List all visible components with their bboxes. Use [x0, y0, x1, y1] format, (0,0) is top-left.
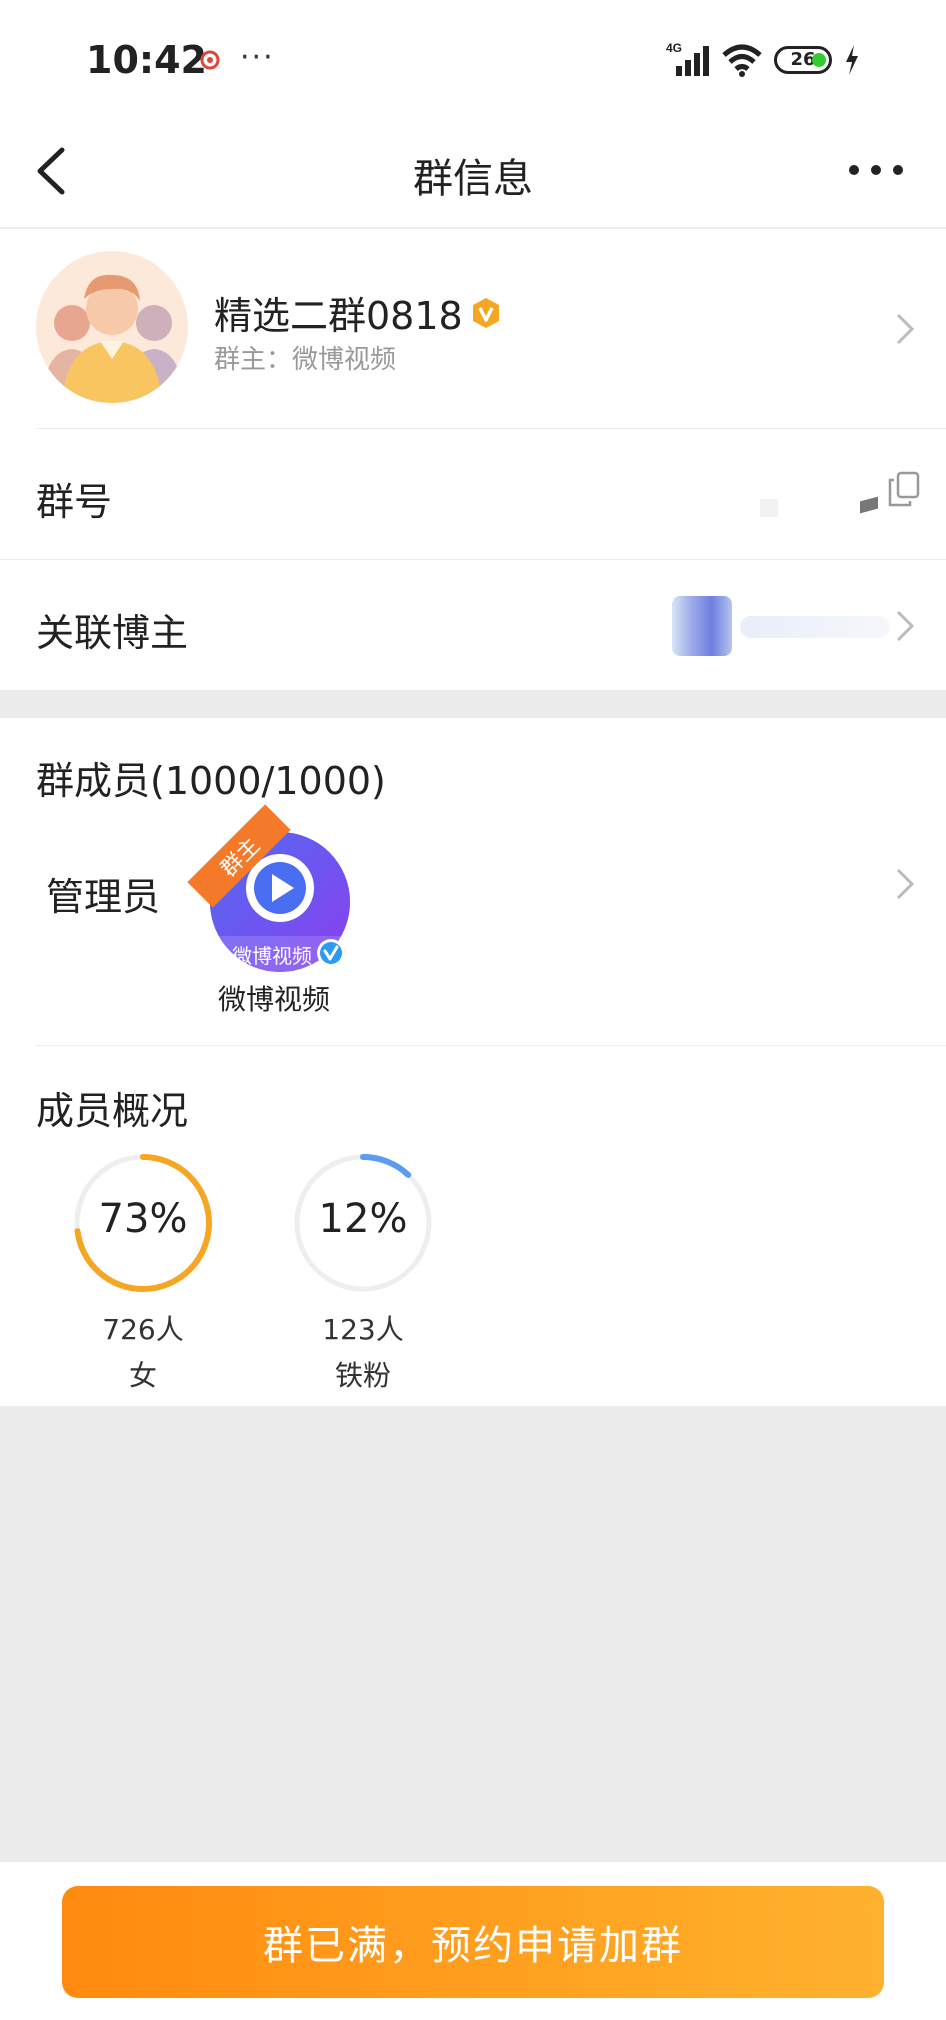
- overview-title: 成员概况: [36, 1089, 189, 1133]
- stat-loyal-fans: 12% 123人 铁粉: [288, 1150, 438, 1394]
- group-number-label: 群号: [36, 480, 113, 524]
- stat-count: 726人: [102, 1313, 184, 1346]
- linked-blogger-avatar: [672, 596, 732, 656]
- nav-bar: 群信息: [0, 118, 946, 228]
- status-indicators: 4G 26: [666, 40, 860, 80]
- chevron-right-icon: [896, 313, 915, 345]
- linked-blogger-label: 关联博主: [36, 611, 189, 655]
- status-time: 10:42: [86, 38, 207, 82]
- battery-icon: 26: [774, 46, 832, 74]
- app-notification-icon: [200, 50, 220, 70]
- stat-label: 铁粉: [334, 1359, 391, 1392]
- group-people-icon: [42, 274, 184, 403]
- network-type: 4G: [666, 42, 682, 55]
- wifi-icon: [722, 44, 762, 77]
- battery-charge-dot: [812, 53, 826, 67]
- members-section: 群成员(1000/1000) 管理员 微博视频 群主 微博视频 成员概况 73%…: [0, 718, 946, 1406]
- members-title: 群成员(1000/1000): [36, 759, 386, 803]
- group-number-value-fragment: [860, 496, 878, 514]
- charging-icon: [846, 45, 858, 75]
- status-more-dots: ···: [240, 40, 275, 75]
- linked-blogger-name: [740, 616, 890, 638]
- more-options-icon[interactable]: [846, 158, 906, 182]
- bottom-action-bar: 群已满，预约申请加群: [0, 1862, 946, 2020]
- signal-icon: 4G: [666, 42, 709, 76]
- admin-avatar-text: 微博视频: [232, 944, 312, 968]
- group-number-value: [760, 499, 778, 517]
- group-avatar: [36, 251, 188, 403]
- group-name-row: 精选二群0818: [214, 285, 503, 340]
- page-title: 群信息: [413, 156, 533, 202]
- copy-icon[interactable]: [888, 471, 920, 507]
- admin-name: 微博视频: [218, 983, 331, 1016]
- admin-member[interactable]: 微博视频 群主: [187, 804, 350, 972]
- stat-count: 123人: [322, 1313, 404, 1346]
- stat-label: 女: [128, 1359, 157, 1392]
- linked-blogger-row[interactable]: 关联博主: [0, 560, 946, 690]
- reserve-join-button[interactable]: 群已满，预约申请加群: [62, 1886, 884, 1998]
- status-bar: 10:42 ··· 4G 26: [0, 0, 946, 118]
- vip-badge-icon: [472, 297, 499, 328]
- stat-percent: 12%: [318, 1196, 408, 1242]
- group-name: 精选二群0818: [214, 294, 463, 338]
- group-header-card[interactable]: 精选二群0818 群主：微博视频: [0, 229, 946, 429]
- stat-female: 73% 726人 女: [68, 1150, 218, 1394]
- chevron-right-icon[interactable]: [894, 866, 916, 902]
- group-owner: 群主：微博视频: [214, 345, 397, 375]
- chevron-right-icon: [896, 610, 915, 642]
- verified-badge-icon: [317, 939, 345, 967]
- stat-percent: 73%: [98, 1196, 188, 1242]
- admin-label: 管理员: [46, 875, 161, 919]
- group-number-row[interactable]: 群号: [0, 429, 946, 559]
- divider: [36, 1045, 946, 1046]
